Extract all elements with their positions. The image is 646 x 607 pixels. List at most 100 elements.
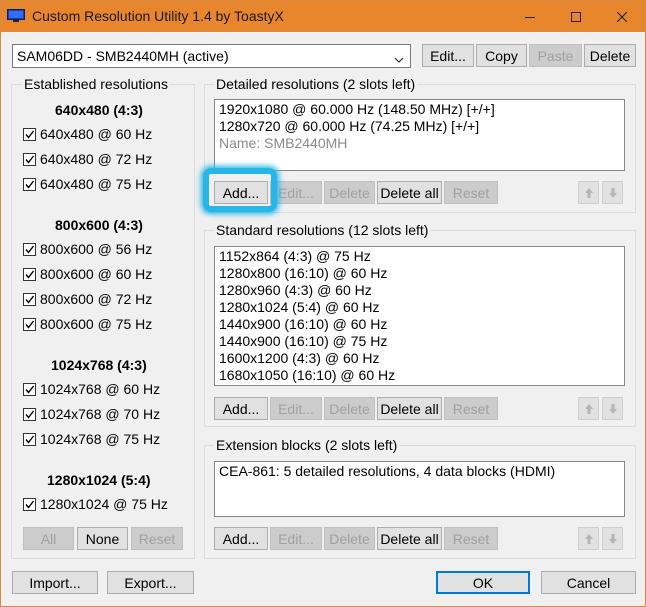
checkbox-checked-icon bbox=[23, 242, 36, 256]
window-title: Custom Resolution Utility 1.4 by ToastyX bbox=[32, 8, 284, 24]
checkbox-1024x768-75[interactable]: 1024x768 @ 75 Hz bbox=[23, 430, 160, 448]
checkbox-label: 800x600 @ 72 Hz bbox=[40, 291, 153, 307]
checkbox-640x480-75[interactable]: 640x480 @ 75 Hz bbox=[23, 175, 152, 193]
list-item[interactable]: CEA-861: 5 detailed resolutions, 4 data … bbox=[215, 463, 624, 480]
import-button[interactable]: Import... bbox=[12, 571, 98, 594]
delete-monitor-button[interactable]: Delete bbox=[584, 44, 636, 67]
checkbox-checked-icon bbox=[23, 127, 36, 141]
established-title: Established resolutions bbox=[22, 76, 170, 92]
group-heading: 800x600 (4:3) bbox=[55, 217, 143, 233]
list-item[interactable]: 1280x1024 (5:4) @ 60 Hz bbox=[215, 299, 624, 316]
checkbox-label: 1280x1024 @ 75 Hz bbox=[40, 496, 168, 512]
maximize-button[interactable] bbox=[553, 1, 599, 32]
extension-move-up-button[interactable] bbox=[578, 527, 599, 550]
standard-move-down-button[interactable] bbox=[602, 397, 623, 420]
select-none-button[interactable]: None bbox=[77, 527, 128, 550]
list-item[interactable]: 1280x720 @ 60.000 Hz (74.25 MHz) [+/+] bbox=[215, 118, 624, 135]
ok-button[interactable]: OK bbox=[436, 571, 530, 594]
move-down-button[interactable] bbox=[602, 181, 623, 204]
standard-reset-button[interactable]: Reset bbox=[444, 397, 498, 420]
checkbox-label: 1024x768 @ 60 Hz bbox=[40, 381, 161, 397]
extension-delete-all-button[interactable]: Delete all bbox=[377, 527, 442, 550]
checkbox-checked-icon bbox=[23, 152, 36, 166]
checkbox-800x600-56[interactable]: 800x600 @ 56 Hz bbox=[23, 240, 152, 258]
edit-monitor-button[interactable]: Edit... bbox=[422, 44, 474, 67]
established-reset-button[interactable]: Reset bbox=[131, 527, 183, 550]
checkbox-checked-icon bbox=[23, 432, 36, 446]
group-heading: 640x480 (4:3) bbox=[55, 102, 143, 118]
close-icon bbox=[617, 11, 627, 22]
extension-add-button[interactable]: Add... bbox=[214, 527, 268, 550]
list-item[interactable]: 1920x1080 @ 60.000 Hz (148.50 MHz) [+/+] bbox=[215, 101, 624, 118]
checkbox-1024x768-60[interactable]: 1024x768 @ 60 Hz bbox=[23, 380, 160, 398]
arrow-down-icon bbox=[608, 533, 617, 544]
checkbox-1280x1024-75[interactable]: 1280x1024 @ 75 Hz bbox=[23, 495, 168, 513]
checkbox-label: 800x600 @ 56 Hz bbox=[40, 241, 153, 257]
checkbox-800x600-72[interactable]: 800x600 @ 72 Hz bbox=[23, 290, 152, 308]
standard-delete-button[interactable]: Delete bbox=[324, 397, 375, 420]
checkbox-checked-icon bbox=[23, 177, 36, 191]
standard-list[interactable]: 1152x864 (4:3) @ 75 Hz 1280x800 (16:10) … bbox=[214, 246, 625, 386]
cancel-button[interactable]: Cancel bbox=[541, 571, 636, 594]
standard-title: Standard resolutions (12 slots left) bbox=[214, 222, 431, 238]
group-heading: 1024x768 (4:3) bbox=[51, 357, 147, 373]
application-window: Custom Resolution Utility 1.4 by ToastyX… bbox=[0, 0, 646, 607]
checkbox-label: 1024x768 @ 75 Hz bbox=[40, 431, 161, 447]
monitor-select-value: SAM06DD - SMB2440MH (active) bbox=[17, 48, 229, 64]
move-up-button[interactable] bbox=[578, 181, 599, 204]
extension-list[interactable]: CEA-861: 5 detailed resolutions, 4 data … bbox=[214, 461, 625, 517]
list-item[interactable]: 1280x960 (4:3) @ 60 Hz bbox=[215, 282, 624, 299]
standard-delete-all-button[interactable]: Delete all bbox=[377, 397, 442, 420]
monitor-name-line: Name: SMB2440MH bbox=[219, 135, 348, 151]
paste-button[interactable]: Paste bbox=[529, 44, 582, 67]
checkbox-640x480-72[interactable]: 640x480 @ 72 Hz bbox=[23, 150, 152, 168]
detailed-edit-button[interactable]: Edit... bbox=[270, 181, 322, 204]
checkbox-640x480-60[interactable]: 640x480 @ 60 Hz bbox=[23, 125, 152, 143]
detailed-title: Detailed resolutions (2 slots left) bbox=[214, 76, 418, 92]
extension-move-down-button[interactable] bbox=[602, 527, 623, 550]
monitor-select[interactable]: SAM06DD - SMB2440MH (active) bbox=[12, 44, 411, 68]
checkbox-checked-icon bbox=[23, 407, 36, 421]
copy-button[interactable]: Copy bbox=[476, 44, 527, 67]
maximize-icon bbox=[571, 11, 581, 22]
detailed-delete-all-button[interactable]: Delete all bbox=[377, 181, 442, 204]
arrow-up-icon bbox=[584, 403, 593, 414]
list-item[interactable]: 1680x1050 (16:10) @ 60 Hz bbox=[215, 367, 624, 384]
list-item[interactable]: 1600x1200 (4:3) @ 60 Hz bbox=[215, 350, 624, 367]
detailed-list[interactable]: 1920x1080 @ 60.000 Hz (148.50 MHz) [+/+]… bbox=[214, 99, 625, 171]
arrow-down-icon bbox=[608, 403, 617, 414]
detailed-reset-button[interactable]: Reset bbox=[444, 181, 498, 204]
extension-edit-button[interactable]: Edit... bbox=[270, 527, 322, 550]
standard-add-button[interactable]: Add... bbox=[214, 397, 268, 420]
checkbox-label: 640x480 @ 60 Hz bbox=[40, 126, 153, 142]
minimize-button[interactable] bbox=[507, 1, 553, 32]
list-item[interactable]: 1152x864 (4:3) @ 75 Hz bbox=[215, 248, 624, 265]
checkbox-1024x768-70[interactable]: 1024x768 @ 70 Hz bbox=[23, 405, 160, 423]
list-item[interactable]: 1440x900 (16:10) @ 60 Hz bbox=[215, 316, 624, 333]
monitor-icon bbox=[7, 9, 25, 23]
title-bar[interactable]: Custom Resolution Utility 1.4 by ToastyX bbox=[1, 1, 645, 32]
checkbox-800x600-60[interactable]: 800x600 @ 60 Hz bbox=[23, 265, 152, 283]
arrow-down-icon bbox=[608, 187, 617, 198]
add-button-highlight bbox=[203, 168, 277, 212]
standard-edit-button[interactable]: Edit... bbox=[270, 397, 322, 420]
standard-move-up-button[interactable] bbox=[578, 397, 599, 420]
select-all-button[interactable]: All bbox=[23, 527, 74, 550]
extension-reset-button[interactable]: Reset bbox=[444, 527, 498, 550]
checkbox-label: 800x600 @ 75 Hz bbox=[40, 316, 153, 332]
checkbox-800x600-75[interactable]: 800x600 @ 75 Hz bbox=[23, 315, 152, 333]
checkbox-checked-icon bbox=[23, 382, 36, 396]
list-item[interactable]: 1440x900 (16:10) @ 75 Hz bbox=[215, 333, 624, 350]
arrow-up-icon bbox=[584, 187, 593, 198]
extension-title: Extension blocks (2 slots left) bbox=[214, 437, 400, 453]
detailed-delete-button[interactable]: Delete bbox=[324, 181, 375, 204]
list-item[interactable]: 1280x800 (16:10) @ 60 Hz bbox=[215, 265, 624, 282]
arrow-up-icon bbox=[584, 533, 593, 544]
checkbox-label: 640x480 @ 72 Hz bbox=[40, 151, 153, 167]
extension-delete-button[interactable]: Delete bbox=[324, 527, 375, 550]
export-button[interactable]: Export... bbox=[107, 571, 194, 594]
checkbox-label: 800x600 @ 60 Hz bbox=[40, 266, 153, 282]
group-heading: 1280x1024 (5:4) bbox=[47, 472, 151, 488]
checkbox-checked-icon bbox=[23, 292, 36, 306]
close-button[interactable] bbox=[599, 1, 645, 32]
